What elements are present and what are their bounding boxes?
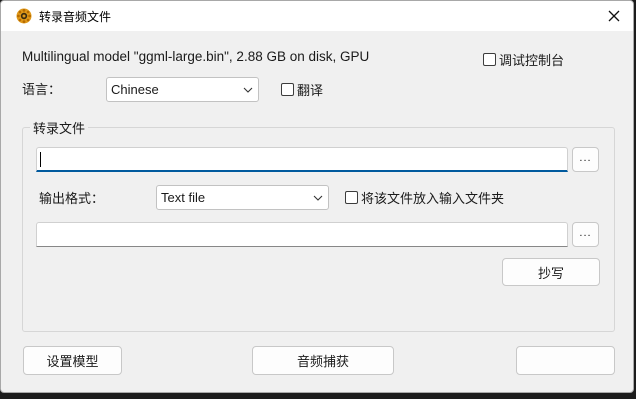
chevron-down-icon — [313, 195, 323, 201]
setup-model-button[interactable]: 设置模型 — [23, 346, 122, 375]
browse-input-label: ... — [579, 152, 592, 164]
translate-label: 翻译 — [297, 84, 324, 99]
browse-output-label: ... — [579, 227, 592, 239]
output-file-field[interactable] — [36, 222, 568, 247]
translate-checkbox[interactable]: 翻译 — [281, 80, 323, 99]
transcribe-button-label: 抄写 — [537, 266, 564, 282]
title-bar[interactable]: 转录音频文件 — [1, 1, 633, 31]
input-file-field[interactable] — [36, 147, 568, 172]
output-format-label: 输出格式： — [39, 192, 105, 207]
debug-console-label: 调试控制台 — [499, 54, 565, 69]
browse-input-button[interactable]: ... — [572, 147, 599, 172]
chevron-down-icon — [243, 87, 253, 93]
debug-console-checkbox-box[interactable] — [483, 53, 496, 66]
output-format-dropdown[interactable]: Text file — [156, 185, 329, 210]
browse-output-button[interactable]: ... — [572, 222, 599, 247]
place-in-input-folder-checkbox[interactable]: 将该文件放入输入文件夹 — [345, 188, 504, 207]
close-button[interactable] — [601, 5, 627, 27]
partially-visible-button[interactable] — [516, 346, 615, 375]
transcribe-dialog: 转录音频文件 Multilingual model "ggml-large.bi… — [0, 0, 634, 393]
place-in-input-folder-label: 将该文件放入输入文件夹 — [361, 192, 505, 207]
app-gear-icon — [16, 8, 32, 24]
language-dropdown[interactable]: Chinese — [106, 77, 259, 102]
audio-capture-button-label: 音频捕获 — [296, 355, 349, 370]
text-caret — [40, 152, 41, 167]
debug-console-checkbox[interactable]: 调试控制台 — [483, 50, 564, 69]
language-label: 语言： — [22, 83, 62, 98]
window-title: 转录音频文件 — [39, 10, 112, 24]
transcribe-file-group-label: 转录文件 — [30, 118, 89, 137]
place-in-input-folder-checkbox-box[interactable] — [345, 191, 358, 204]
model-info-label: Multilingual model "ggml-large.bin", 2.8… — [22, 49, 370, 64]
setup-model-button-label: 设置模型 — [46, 355, 99, 370]
output-format-selected-value: Text file — [161, 190, 206, 205]
language-selected-value: Chinese — [111, 82, 159, 97]
transcribe-button[interactable]: 抄写 — [502, 258, 600, 286]
audio-capture-button[interactable]: 音频捕获 — [252, 346, 394, 375]
close-icon — [608, 10, 620, 22]
translate-checkbox-box[interactable] — [281, 83, 294, 96]
